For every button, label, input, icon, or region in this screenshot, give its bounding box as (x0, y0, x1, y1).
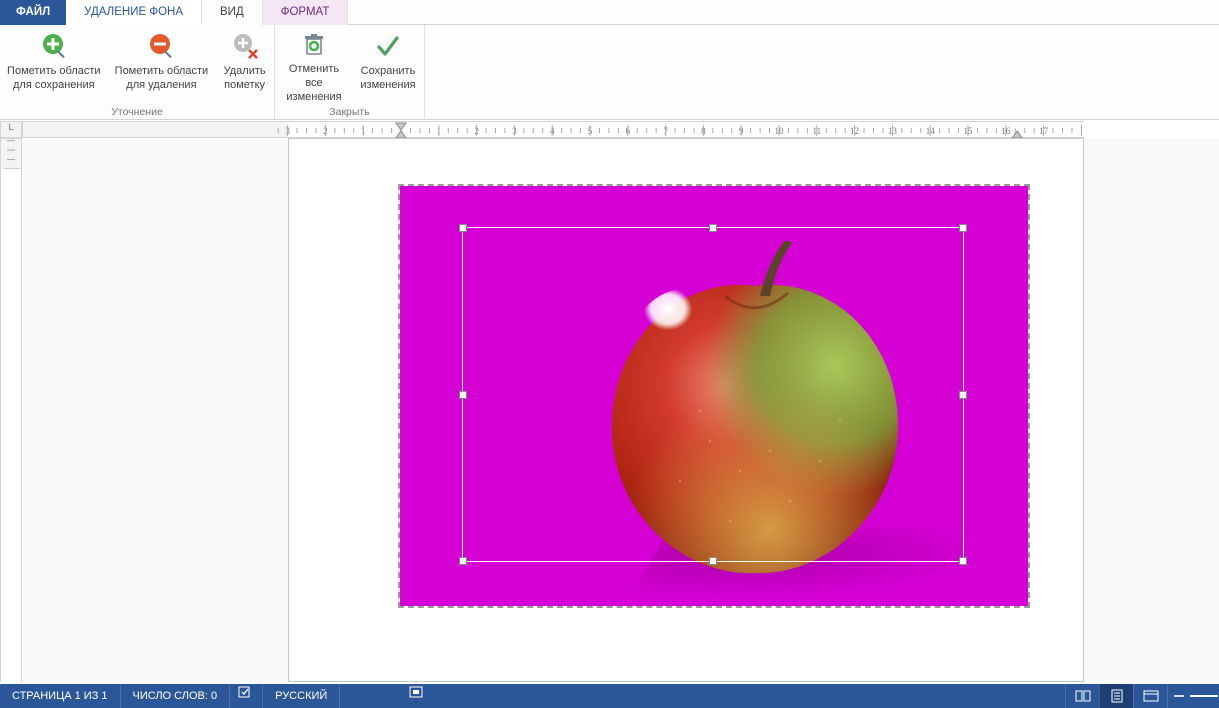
keep-changes-button[interactable]: Сохранить изменения (353, 25, 423, 103)
mark-remove-label-1: Пометить области (115, 65, 209, 79)
mark-keep-label-2: для сохранения (13, 79, 95, 93)
status-words[interactable]: ЧИСЛО СЛОВ: 0 (121, 684, 231, 708)
crop-handle-top-mid[interactable] (709, 224, 717, 232)
crop-handle-top-left[interactable] (459, 224, 467, 232)
tab-format[interactable]: ФОРМАТ (263, 0, 349, 25)
tab-background-remove[interactable]: УДАЛЕНИЕ ФОНА (66, 0, 202, 25)
plus-circle-icon (39, 31, 69, 61)
ribbon-group-close-label: Закрыть (275, 106, 424, 118)
status-language[interactable]: РУССКИЙ (263, 684, 340, 708)
keep-label-1: Сохранить (361, 65, 416, 79)
ribbon: Пометить области для сохранения Пометить… (0, 25, 1219, 120)
crop-handle-top-right[interactable] (959, 224, 967, 232)
ribbon-group-refine: Пометить области для сохранения Пометить… (0, 25, 275, 120)
horizontal-ruler[interactable]: 3211234567891011121314151617 (22, 121, 1084, 138)
checkmark-icon (373, 31, 403, 61)
selected-image[interactable] (400, 186, 1028, 606)
vertical-ruler[interactable]: 12345678910111213 (0, 138, 22, 682)
crop-rectangle[interactable] (462, 227, 964, 562)
crop-handle-bottom-right[interactable] (959, 557, 967, 565)
tab-view[interactable]: ВИД (202, 0, 263, 25)
trash-icon (299, 31, 329, 59)
delete-mark-label-2: пометку (224, 79, 265, 93)
status-proofing-icon[interactable] (230, 684, 263, 708)
keep-label-2: изменения (360, 79, 415, 93)
tab-file[interactable]: ФАЙЛ (0, 0, 66, 25)
ribbon-group-close: Отменить все изменения Сохранить изменен… (275, 25, 425, 120)
status-bar: СТРАНИЦА 1 ИЗ 1 ЧИСЛО СЛОВ: 0 РУССКИЙ (0, 684, 1219, 708)
ruler-corner: L (0, 121, 22, 138)
crop-handle-mid-right[interactable] (959, 391, 967, 399)
zoom-slider[interactable] (1189, 684, 1219, 708)
mark-remove-label-2: для удаления (126, 79, 196, 93)
discard-label-2: изменения (286, 91, 341, 105)
ribbon-group-refine-label: Уточнение (0, 106, 274, 118)
tab-bar: ФАЙЛ УДАЛЕНИЕ ФОНА ВИД ФОРМАТ (0, 0, 1219, 25)
crop-handle-mid-left[interactable] (459, 391, 467, 399)
status-page[interactable]: СТРАНИЦА 1 ИЗ 1 (0, 684, 121, 708)
zoom-out-button[interactable] (1167, 684, 1189, 708)
discard-label-1: Отменить все (279, 63, 349, 91)
mark-keep-label-1: Пометить области (7, 65, 101, 79)
discard-changes-button[interactable]: Отменить все изменения (275, 25, 353, 103)
plus-x-icon (230, 31, 260, 61)
mark-areas-keep-button[interactable]: Пометить области для сохранения (0, 25, 108, 103)
delete-mark-label-1: Удалить (224, 65, 266, 79)
delete-mark-button[interactable]: Удалить пометку (215, 25, 274, 103)
mark-areas-remove-button[interactable]: Пометить области для удаления (108, 25, 216, 103)
view-read-mode-button[interactable] (1065, 684, 1099, 708)
minus-circle-icon (146, 31, 176, 61)
crop-handle-bottom-mid[interactable] (709, 557, 717, 565)
crop-handle-bottom-left[interactable] (459, 557, 467, 565)
view-web-layout-button[interactable] (1133, 684, 1167, 708)
view-print-layout-button[interactable] (1099, 684, 1133, 708)
status-macro-icon[interactable] (400, 684, 432, 708)
